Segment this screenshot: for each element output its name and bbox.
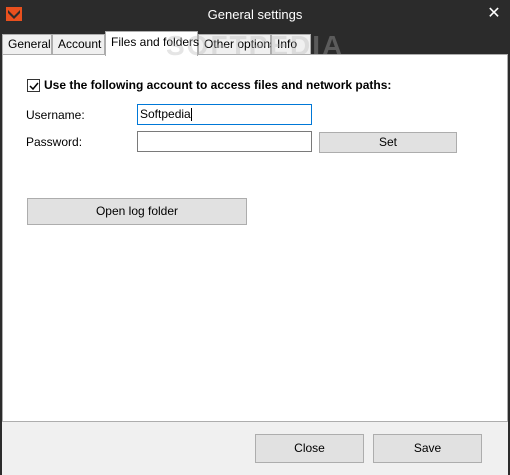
tab-info[interactable]: Info (271, 34, 311, 55)
username-field[interactable]: Softpedia (137, 104, 312, 125)
password-field[interactable] (137, 131, 312, 152)
tab-general[interactable]: General (2, 34, 52, 55)
text-caret (190, 108, 192, 122)
use-account-checkbox[interactable] (27, 78, 40, 92)
use-account-option[interactable]: Use the following account to access file… (27, 77, 391, 93)
title-bar: General settings ✕ (0, 0, 510, 29)
files-and-folders-panel: Use the following account to access file… (2, 54, 508, 422)
dialog-footer: Close Save (2, 422, 508, 475)
use-account-label: Use the following account to access file… (44, 78, 392, 92)
window-title: General settings (207, 7, 303, 22)
tab-account[interactable]: Account (52, 34, 105, 55)
password-label: Password: (26, 135, 83, 149)
checkmark-icon (29, 82, 39, 90)
tab-strip: General Account Files and folders Other … (2, 31, 508, 56)
username-label: Username: (26, 108, 85, 122)
open-log-folder-button[interactable]: Open log folder (27, 198, 247, 225)
set-password-button[interactable]: Set (319, 132, 457, 153)
username-value: Softpedia (140, 107, 191, 121)
tab-files-and-folders[interactable]: Files and folders (105, 31, 199, 56)
close-button[interactable]: Close (255, 434, 364, 463)
close-window-icon[interactable]: ✕ (486, 5, 502, 23)
save-button[interactable]: Save (373, 434, 482, 463)
settings-window: General settings ✕ General Account Files… (0, 0, 510, 475)
tab-other-options[interactable]: Other options (198, 34, 276, 55)
